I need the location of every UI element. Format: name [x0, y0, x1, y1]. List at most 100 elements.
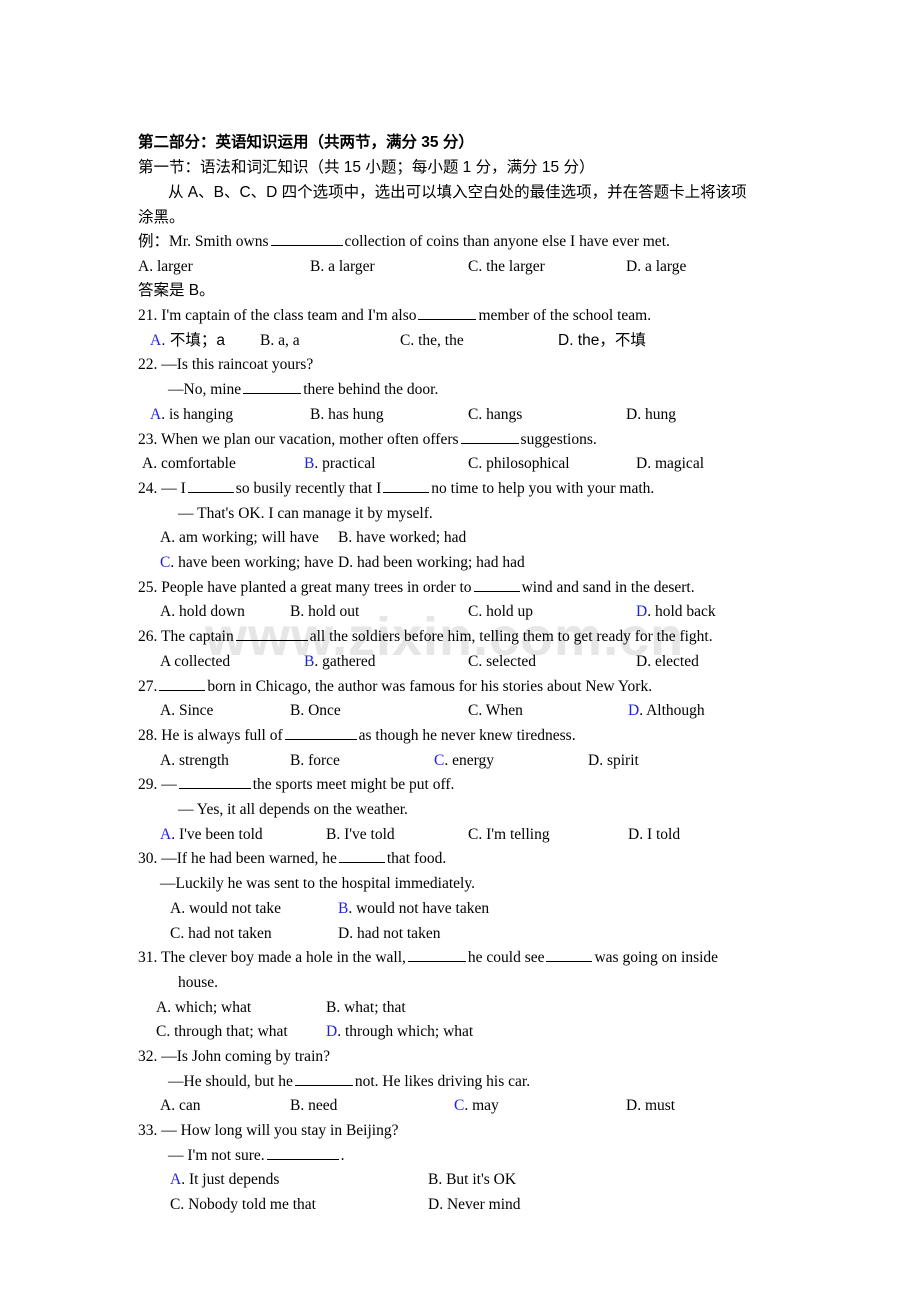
- option-d[interactable]: D. must: [626, 1094, 675, 1119]
- option-b[interactable]: B. hold out: [290, 600, 359, 625]
- option-d[interactable]: D. magical: [636, 452, 704, 477]
- blank-underline: [294, 1070, 353, 1086]
- blank-underline: [270, 231, 343, 246]
- blank-underline: [284, 725, 357, 740]
- blank-underline: [460, 428, 519, 444]
- example-option-b[interactable]: B. a larger: [310, 255, 375, 280]
- option-a[interactable]: A. which; what: [156, 996, 251, 1021]
- blank-underline: [159, 675, 206, 691]
- option-c[interactable]: C. energy: [434, 749, 494, 774]
- question-31-stem: 31. The clever boy made a hole in the wa…: [138, 946, 788, 971]
- option-d[interactable]: D. Although: [628, 699, 705, 724]
- option-b[interactable]: B. I've told: [326, 823, 395, 848]
- option-d[interactable]: D. the，不填: [558, 329, 646, 354]
- option-a[interactable]: A collected: [160, 650, 230, 675]
- option-b[interactable]: B. a, a: [260, 329, 300, 354]
- option-b[interactable]: B. have worked; had: [338, 526, 466, 551]
- option-d[interactable]: D. elected: [636, 650, 699, 675]
- example-option-d[interactable]: D. a large: [626, 255, 686, 280]
- option-b[interactable]: B. what; that: [326, 996, 406, 1021]
- option-d[interactable]: D. had been working; had had: [338, 551, 525, 576]
- question-number: 25.: [138, 578, 158, 596]
- option-a[interactable]: A. Since: [160, 699, 213, 724]
- stem-pre: —If he had been warned, he: [161, 850, 337, 868]
- option-a[interactable]: A. It just depends: [170, 1168, 279, 1193]
- option-c[interactable]: C. through that; what: [156, 1020, 288, 1045]
- option-c[interactable]: C. hold up: [468, 600, 533, 625]
- option-c[interactable]: C. I'm telling: [468, 823, 550, 848]
- question-26-stem: 26. The captain all the soldiers before h…: [138, 625, 788, 650]
- option-a[interactable]: A. strength: [160, 749, 229, 774]
- option-c[interactable]: C. hangs: [468, 403, 522, 428]
- option-c[interactable]: C. may: [454, 1094, 499, 1119]
- stem-pre: —: [161, 776, 177, 794]
- question-number: 32.: [138, 1047, 158, 1065]
- question-25-stem: 25. People have planted a great many tre…: [138, 576, 788, 601]
- question-25-options: A. hold down B. hold out C. hold up D. h…: [138, 600, 788, 625]
- stem-post: the sports meet might be put off.: [252, 776, 455, 794]
- option-b[interactable]: B. practical: [304, 452, 375, 477]
- stem-post: as though he never knew tiredness.: [358, 726, 576, 744]
- example-stem: 例：Mr. Smith owns collection of coins than…: [138, 230, 788, 255]
- question-30-reply: —Luckily he was sent to the hospital imm…: [160, 875, 475, 893]
- question-30-stem: 30. —If he had been warned, he that food.: [138, 847, 788, 872]
- stem-mid: he could see: [467, 949, 545, 967]
- stem-post: .: [340, 1146, 345, 1164]
- option-b[interactable]: B. gathered: [304, 650, 375, 675]
- option-d[interactable]: D. spirit: [588, 749, 639, 774]
- option-a[interactable]: A. I've been told: [160, 823, 263, 848]
- question-27-stem: 27. born in Chicago, the author was famou…: [138, 675, 788, 700]
- option-d[interactable]: D. hold back: [636, 600, 716, 625]
- example-stem-post: collection of coins than anyone else I h…: [344, 233, 670, 250]
- option-c[interactable]: C. When: [468, 699, 523, 724]
- stem-post: no time to help you with your math.: [431, 479, 655, 497]
- option-c[interactable]: C. Nobody told me that: [170, 1193, 316, 1218]
- stem-post: member of the school team.: [478, 307, 652, 325]
- question-22-reply: —No, mine there behind the door.: [138, 378, 788, 403]
- question-30-options-row1: A. would not take B. would not have take…: [138, 897, 788, 922]
- dialog-line: —Is this raincoat yours?: [161, 356, 314, 374]
- stem-pre: The clever boy made a hole in the wall,: [160, 949, 406, 967]
- question-22-stem: 22. —Is this raincoat yours?: [138, 353, 788, 378]
- option-b[interactable]: B. force: [290, 749, 340, 774]
- subsection-heading: 第一节：语法和词汇知识（共 15 小题；每小题 1 分，满分 15 分）: [138, 159, 595, 176]
- option-a[interactable]: A. is hanging: [150, 403, 233, 428]
- stem-post: suggestions.: [520, 430, 597, 448]
- option-c[interactable]: C. selected: [468, 650, 536, 675]
- option-d[interactable]: D. through which; what: [326, 1020, 473, 1045]
- option-a[interactable]: A. can: [160, 1094, 200, 1119]
- example-option-a[interactable]: A. larger: [138, 255, 193, 280]
- question-28-stem: 28. He is always full of as though he nev…: [138, 724, 788, 749]
- option-d[interactable]: D. I told: [628, 823, 680, 848]
- option-b-label: . practical: [314, 455, 376, 473]
- section-heading: 第二部分：英语知识运用（共两节，满分 35 分）: [138, 134, 474, 151]
- option-d[interactable]: D. hung: [626, 403, 676, 428]
- option-b[interactable]: B. would not have taken: [338, 897, 489, 922]
- option-d[interactable]: D. Never mind: [428, 1193, 521, 1218]
- option-c-label: . may: [464, 1097, 499, 1115]
- question-number: 27.: [138, 677, 158, 695]
- stem-pre: —He should, but he: [168, 1072, 293, 1090]
- option-a[interactable]: A. hold down: [160, 600, 245, 625]
- option-c[interactable]: C. have been working; have: [160, 551, 333, 576]
- stem-post: wind and sand in the desert.: [521, 578, 695, 596]
- option-b[interactable]: B. need: [290, 1094, 337, 1119]
- option-d[interactable]: D. had not taken: [338, 922, 440, 947]
- option-b-label: . would not have taken: [348, 899, 490, 917]
- option-c[interactable]: C. philosophical: [468, 452, 570, 477]
- option-a[interactable]: A. am working; will have: [160, 526, 319, 551]
- option-c[interactable]: C. the, the: [400, 329, 464, 354]
- option-a[interactable]: A. would not take: [170, 897, 281, 922]
- option-b[interactable]: B. Once: [290, 699, 341, 724]
- option-d-label: . hold back: [647, 603, 716, 621]
- option-b[interactable]: B. But it's OK: [428, 1168, 516, 1193]
- question-number: 33.: [138, 1122, 158, 1140]
- question-28-options: A. strength B. force C. energy D. spirit: [138, 749, 788, 774]
- option-c-label: . have been working; have: [170, 554, 334, 572]
- option-b[interactable]: B. has hung: [310, 403, 384, 428]
- example-option-c[interactable]: C. the larger: [468, 255, 545, 280]
- option-a[interactable]: A. comfortable: [142, 452, 236, 477]
- question-number: 29.: [138, 776, 158, 794]
- option-a[interactable]: A. 不填；a: [150, 329, 225, 354]
- option-c[interactable]: C. had not taken: [170, 922, 272, 947]
